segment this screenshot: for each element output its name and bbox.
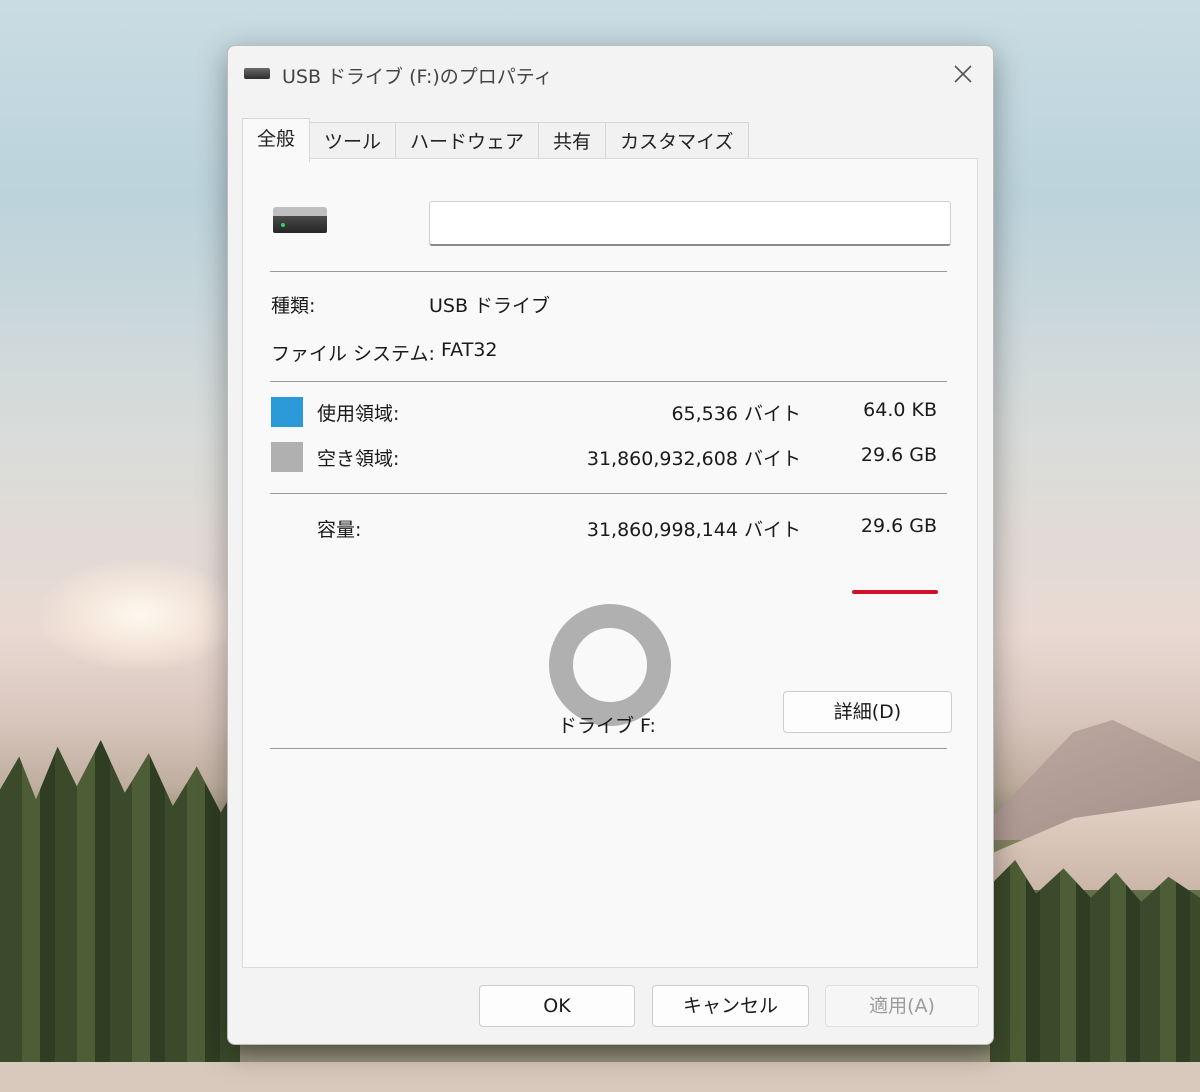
tab-customize[interactable]: カスタマイズ xyxy=(606,122,749,160)
type-value: USB ドライブ xyxy=(429,295,551,317)
tab-hardware[interactable]: ハードウェア xyxy=(396,122,540,160)
used-space-color-swatch xyxy=(271,397,303,427)
donut-free-ring xyxy=(549,604,671,726)
usb-drive-icon xyxy=(273,207,327,233)
drive-letter-label: ドライブ F: xyxy=(558,715,656,737)
general-tab-panel: 種類: USB ドライブ ファイル システム: FAT32 使用領域: 65,5… xyxy=(242,158,978,968)
used-space-size: 64.0 KB xyxy=(863,399,937,421)
volume-label-input[interactable] xyxy=(429,201,951,246)
title-bar[interactable]: USB ドライブ (F:)のプロパティ xyxy=(228,46,993,106)
drive-icon xyxy=(244,68,270,79)
capacity-bytes: 31,860,998,144 バイト xyxy=(586,519,801,541)
usage-donut-chart xyxy=(549,604,671,726)
free-space-label: 空き領域: xyxy=(317,448,400,470)
free-space-color-swatch xyxy=(271,442,303,472)
type-label: 種類: xyxy=(271,295,316,317)
close-button[interactable] xyxy=(949,60,977,88)
tab-strip: 全般 ツール ハードウェア 共有 カスタマイズ xyxy=(242,118,749,162)
filesystem-label: ファイル システム: xyxy=(271,343,435,365)
desktop-ground xyxy=(0,1062,1200,1092)
tab-general[interactable]: 全般 xyxy=(242,118,311,162)
properties-dialog: USB ドライブ (F:)のプロパティ 全般 ツール ハードウェア 共有 カスタ… xyxy=(227,45,994,1045)
tab-sharing[interactable]: 共有 xyxy=(539,122,607,160)
capacity-label: 容量: xyxy=(317,519,362,541)
ok-button[interactable]: OK xyxy=(479,985,635,1027)
used-space-bytes: 65,536 バイト xyxy=(671,403,801,425)
divider xyxy=(270,493,947,494)
free-space-bytes: 31,860,932,608 バイト xyxy=(586,448,801,470)
apply-button[interactable]: 適用(A) xyxy=(825,985,979,1027)
capacity-size: 29.6 GB xyxy=(860,515,937,537)
capacity-highlight-underline xyxy=(852,590,938,594)
divider xyxy=(270,381,947,382)
cancel-button[interactable]: キャンセル xyxy=(652,985,809,1027)
free-space-size: 29.6 GB xyxy=(860,444,937,466)
close-icon xyxy=(954,65,972,83)
desktop-trees-left xyxy=(0,740,240,1070)
used-space-label: 使用領域: xyxy=(317,403,400,425)
desktop-sun-glow xyxy=(40,560,240,670)
tab-tools[interactable]: ツール xyxy=(310,122,397,160)
details-button[interactable]: 詳細(D) xyxy=(783,691,952,733)
desktop-trees-right xyxy=(990,860,1200,1070)
window-title: USB ドライブ (F:)のプロパティ xyxy=(282,66,553,88)
divider xyxy=(270,748,947,749)
filesystem-value: FAT32 xyxy=(441,339,498,361)
divider xyxy=(270,271,947,272)
